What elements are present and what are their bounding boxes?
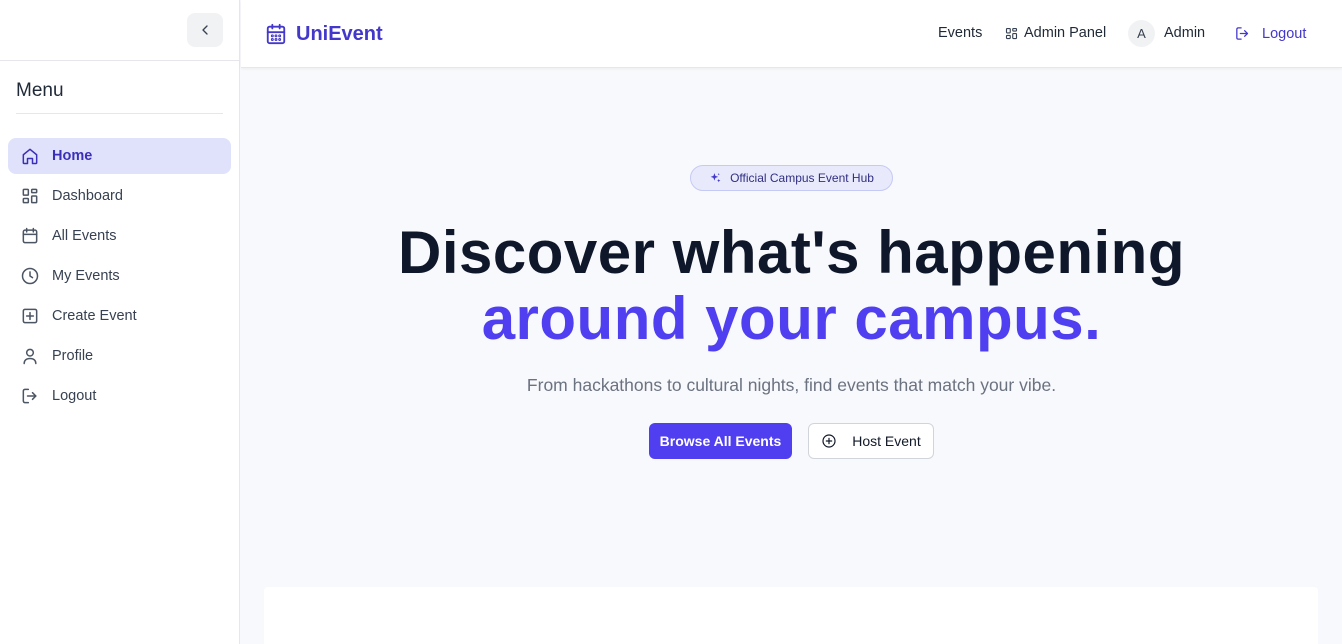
menu-title: Menu bbox=[16, 80, 64, 101]
clock-icon bbox=[20, 266, 40, 286]
chevron-left-icon bbox=[202, 25, 208, 35]
sidebar-item-label: Create Event bbox=[52, 308, 137, 324]
sidebar: Menu Home Dashboard All Events My Events bbox=[0, 0, 240, 644]
sidebar-item-profile[interactable]: Profile bbox=[8, 338, 231, 374]
brand-logo-link[interactable]: UniEvent bbox=[265, 22, 383, 46]
logout-label: Logout bbox=[1262, 25, 1307, 42]
sidebar-item-dashboard[interactable]: Dashboard bbox=[8, 178, 231, 214]
logout-button[interactable]: Logout bbox=[1234, 25, 1306, 42]
user-name: Admin bbox=[1164, 25, 1206, 41]
hero-badge-label: Official Campus Event Hub bbox=[730, 171, 874, 185]
sidebar-nav: Home Dashboard All Events My Events Crea… bbox=[8, 138, 231, 418]
sidebar-item-logout[interactable]: Logout bbox=[8, 378, 231, 414]
browse-all-events-button[interactable]: Browse All Events bbox=[649, 423, 792, 459]
user-icon bbox=[20, 346, 40, 366]
host-event-button[interactable]: Host Event bbox=[808, 423, 934, 459]
menu-divider bbox=[16, 113, 223, 114]
nav-link-admin-panel[interactable]: Admin Panel bbox=[1004, 25, 1106, 41]
home-icon bbox=[20, 146, 40, 166]
sidebar-item-all-events[interactable]: All Events bbox=[8, 218, 231, 254]
nav-link-events[interactable]: Events bbox=[938, 25, 982, 41]
sidebar-item-create-event[interactable]: Create Event bbox=[8, 298, 231, 334]
sidebar-item-label: My Events bbox=[52, 268, 120, 284]
avatar[interactable]: A bbox=[1128, 20, 1155, 47]
sidebar-item-my-events[interactable]: My Events bbox=[8, 258, 231, 294]
top-navbar: UniEvent Events Admin Panel A Admin Logo… bbox=[241, 0, 1342, 68]
host-event-label: Host Event bbox=[852, 433, 921, 449]
admin-panel-label: Admin Panel bbox=[1024, 25, 1107, 41]
sidebar-item-label: All Events bbox=[52, 228, 117, 244]
hero-badge: Official Campus Event Hub bbox=[690, 165, 893, 191]
sidebar-header bbox=[0, 0, 239, 61]
hero-title-line1: Discover what's happening bbox=[398, 219, 1185, 286]
logout-icon bbox=[20, 386, 40, 406]
sidebar-item-label: Profile bbox=[52, 348, 94, 364]
sidebar-item-label: Logout bbox=[52, 388, 97, 404]
sidebar-item-home[interactable]: Home bbox=[8, 138, 231, 174]
hero-title-line2: around your campus. bbox=[481, 285, 1102, 352]
content-card bbox=[264, 587, 1318, 644]
sidebar-item-label: Home bbox=[52, 148, 93, 164]
plus-square-icon bbox=[20, 306, 40, 326]
logout-icon bbox=[1236, 27, 1249, 40]
collapse-sidebar-button[interactable] bbox=[187, 13, 223, 47]
grid-icon bbox=[20, 186, 40, 206]
sparkles-icon bbox=[710, 172, 721, 182]
hero-subtitle: From hackathons to cultural nights, find… bbox=[526, 375, 1057, 395]
plus-circle-icon bbox=[822, 434, 836, 448]
grid-icon bbox=[1005, 27, 1018, 39]
calendar-icon bbox=[266, 23, 286, 45]
calendar-icon bbox=[20, 226, 40, 246]
brand-name: UniEvent bbox=[296, 22, 383, 45]
sidebar-item-label: Dashboard bbox=[52, 188, 123, 204]
